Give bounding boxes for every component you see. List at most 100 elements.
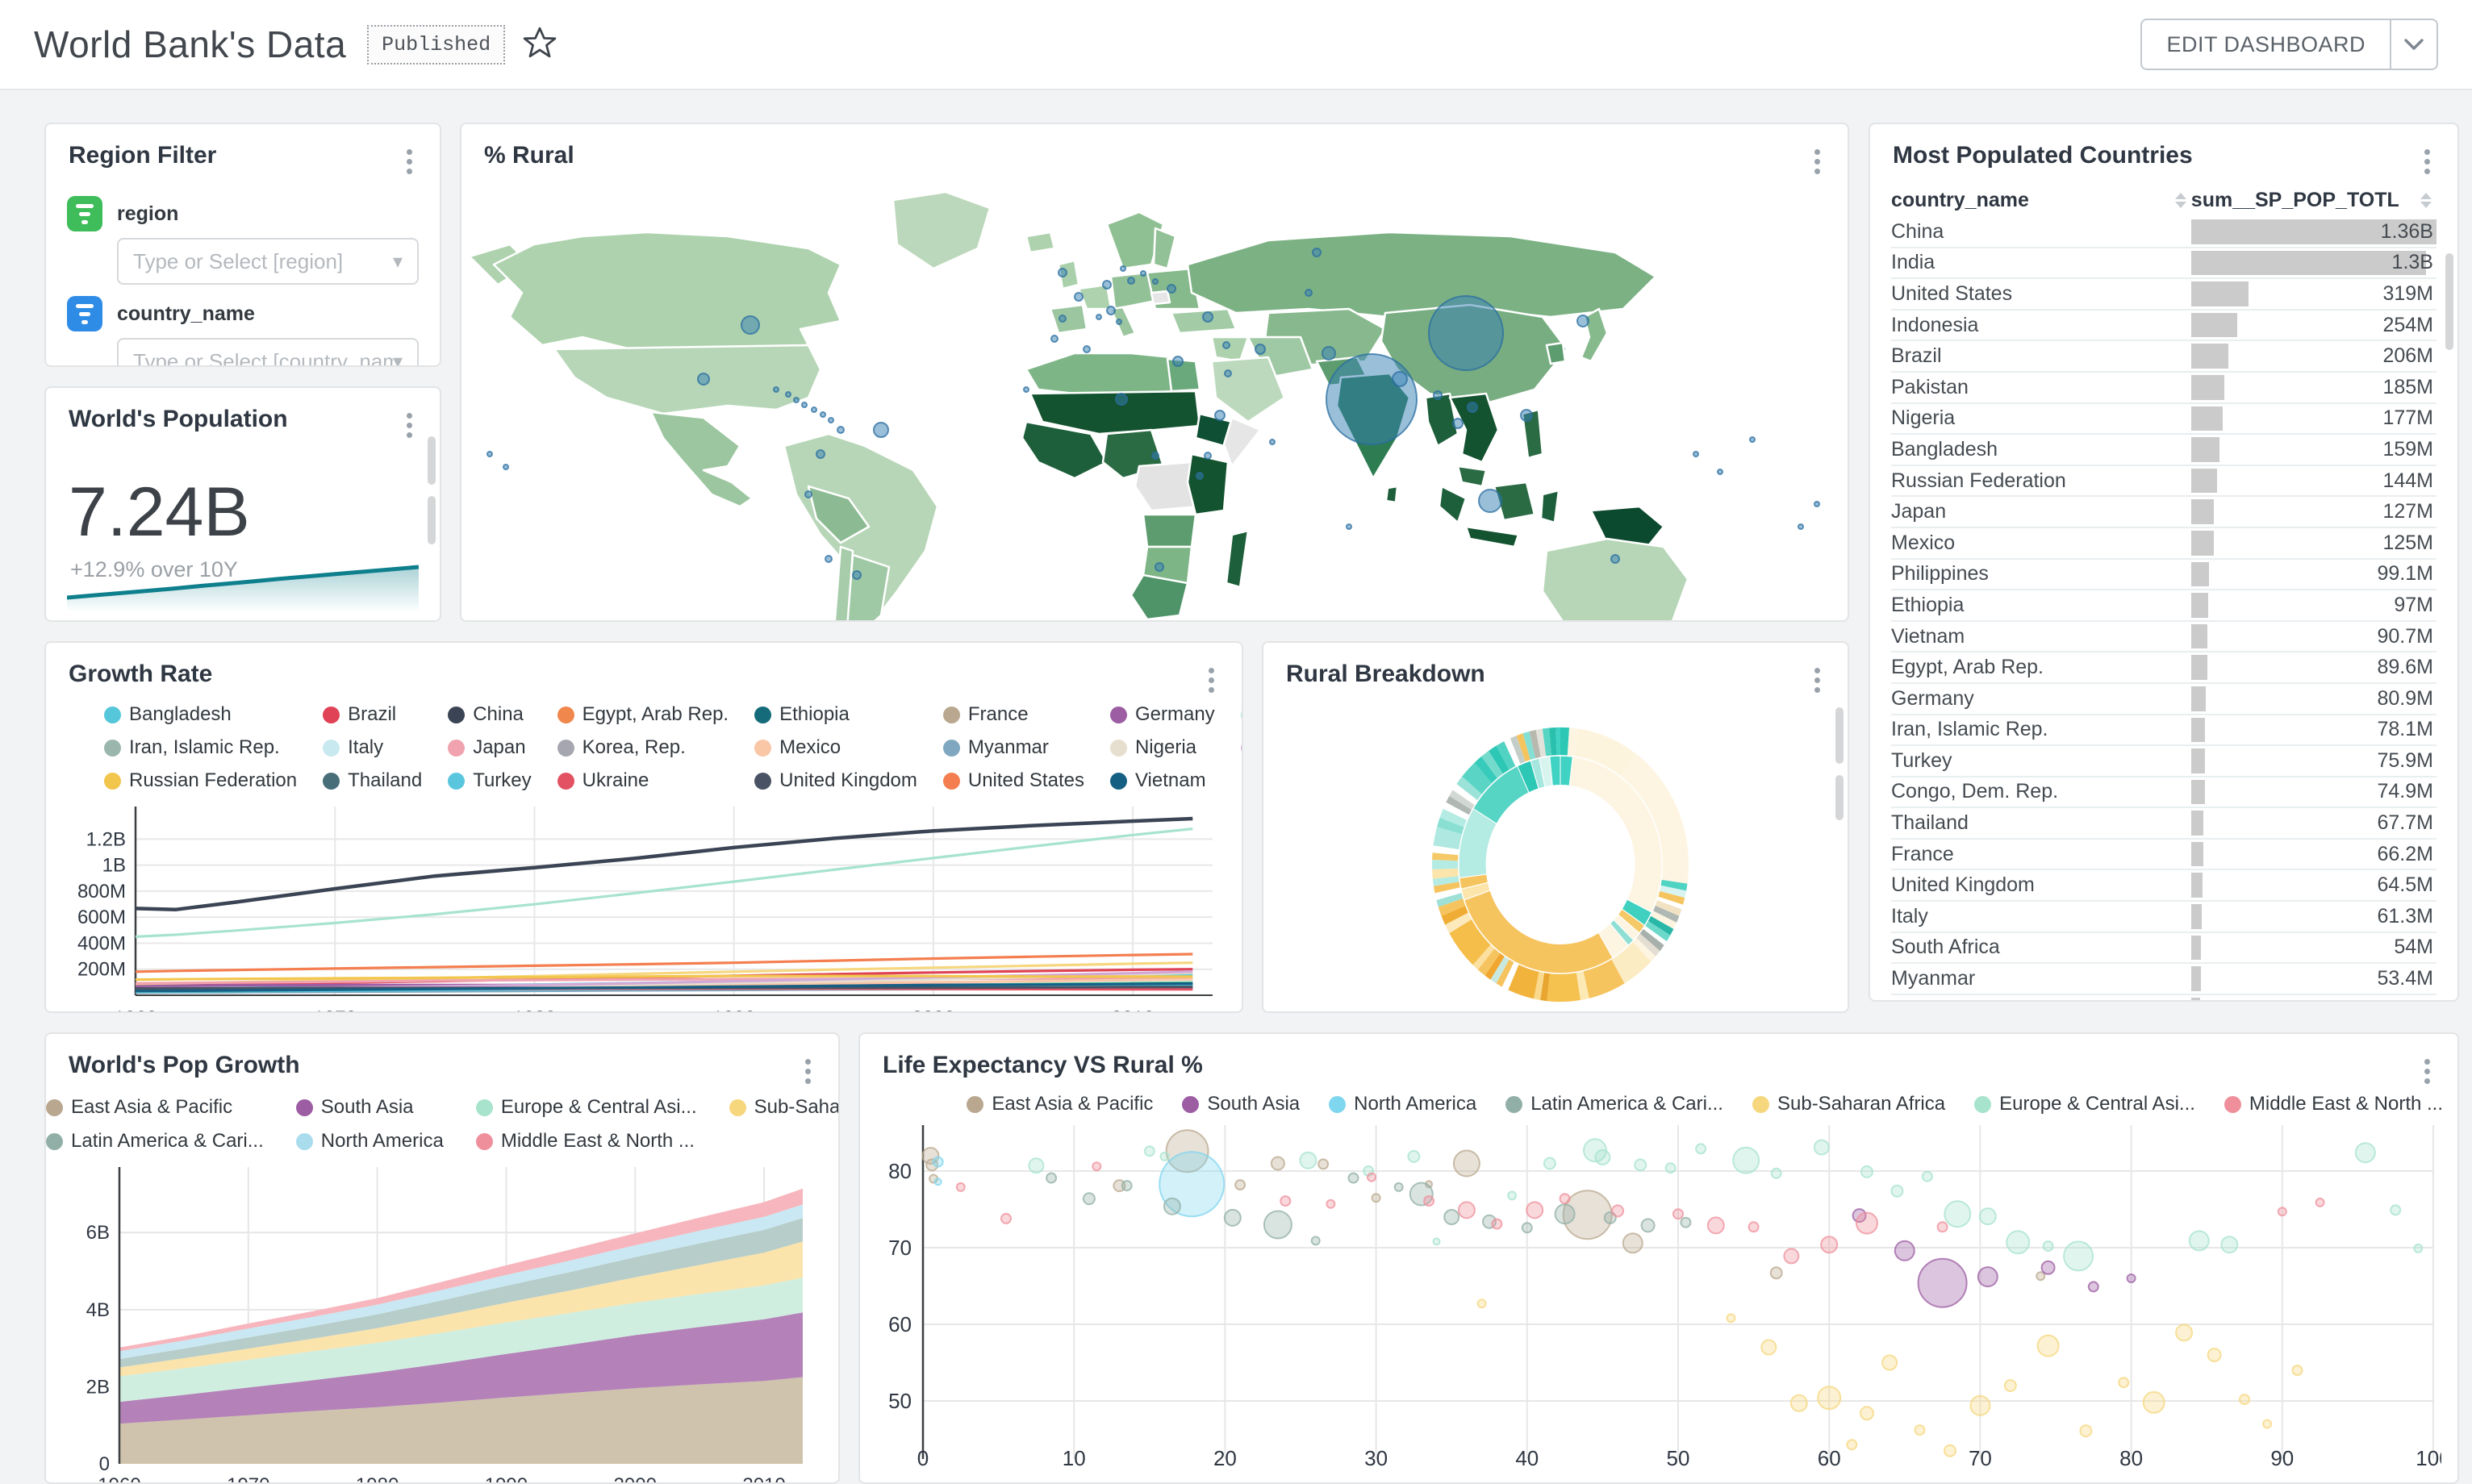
column-header-population[interactable]: sum__SP_POP_TOTL [2191, 189, 2437, 212]
legend-item[interactable]: Europe & Central Asi... [1974, 1093, 2195, 1115]
legend-label: Sub-Saharan Africa [754, 1096, 840, 1119]
more-options-icon[interactable] [400, 406, 419, 445]
legend-item[interactable]: East Asia & Pacific [967, 1093, 1153, 1115]
population-bubble [805, 491, 812, 498]
population-bubble [1167, 285, 1175, 293]
population-bubble [1024, 387, 1029, 392]
life-expectancy-title: Life Expectancy VS Rural % [883, 1052, 1203, 1079]
table-row: China1.36B [1891, 217, 2437, 248]
legend-item[interactable]: North America [296, 1130, 444, 1153]
region-select[interactable]: Type or Select [region] ▾ [117, 238, 419, 285]
more-options-icon[interactable] [1808, 661, 1827, 700]
legend-swatch [104, 740, 121, 757]
legend-label: Myanmar [968, 736, 1049, 759]
legend-item[interactable]: East Asia & Pacific [46, 1096, 264, 1119]
more-options-icon[interactable] [799, 1052, 817, 1091]
legend-item[interactable]: Vietnam [1110, 769, 1215, 792]
legend-item[interactable]: Ukraine [557, 769, 729, 792]
more-options-icon[interactable] [2418, 142, 2437, 181]
scrollbar[interactable] [1835, 707, 1844, 764]
edit-dashboard-button[interactable]: EDIT DASHBOARD [2140, 19, 2391, 70]
legend-item[interactable]: Nigeria [1110, 736, 1215, 759]
favorite-star-icon[interactable] [523, 26, 557, 64]
svg-text:70: 70 [888, 1236, 912, 1260]
legend-item[interactable]: Middle East & North ... [2224, 1093, 2443, 1115]
legend-item[interactable]: Sub-Saharan Africa [1752, 1093, 1945, 1115]
legend-item[interactable]: Ethiopia [754, 703, 917, 726]
rural-breakdown-title: Rural Breakdown [1286, 661, 1485, 688]
svg-text:200M: 200M [77, 959, 126, 981]
svg-text:1B: 1B [102, 855, 126, 877]
legend-item[interactable]: United Kingdom [754, 769, 917, 792]
legend-swatch [1110, 773, 1127, 790]
legend-item[interactable]: Russian Federation [104, 769, 297, 792]
legend-item[interactable]: Japan [448, 736, 531, 759]
legend-swatch [46, 1099, 63, 1116]
population-bubble [1153, 279, 1158, 284]
legend-item[interactable]: China [448, 703, 531, 726]
region-filter-title: Region Filter [69, 142, 216, 169]
rural-breakdown-card: Rural Breakdown [1262, 641, 1849, 1013]
legend-label: Nigeria [1135, 736, 1196, 759]
population-bubble [802, 402, 807, 407]
column-header-country[interactable]: country_name [1891, 189, 2191, 212]
legend-swatch [967, 1096, 983, 1113]
legend-item[interactable]: Iran, Islamic Rep. [104, 736, 297, 759]
legend-item[interactable]: South Asia [1182, 1093, 1300, 1115]
svg-text:50: 50 [888, 1389, 912, 1413]
legend-item[interactable]: United States [943, 769, 1084, 792]
legend-swatch [1110, 707, 1127, 723]
scrollbar[interactable] [428, 496, 436, 544]
legend-item[interactable]: Egypt, Arab Rep. [557, 703, 729, 726]
legend-item[interactable]: Middle East & North ... [476, 1130, 697, 1153]
legend-item[interactable]: France [943, 703, 1084, 726]
population-bubble [503, 465, 508, 469]
more-options-icon[interactable] [400, 142, 419, 181]
legend-label: Bangladesh [129, 703, 232, 726]
more-options-icon[interactable] [2418, 1052, 2437, 1091]
population-bubble [1141, 271, 1146, 276]
legend-label: Latin America & Cari... [71, 1130, 264, 1153]
population-bubble [1305, 290, 1312, 296]
population-bubble [1205, 452, 1211, 459]
legend-item[interactable]: Sub-Saharan Africa [729, 1096, 840, 1119]
legend-item[interactable]: Mexico [754, 736, 917, 759]
legend-item[interactable]: India [1241, 703, 1243, 726]
scrollbar[interactable] [428, 436, 436, 485]
edit-menu-chevron-icon[interactable] [2391, 19, 2438, 70]
legend-label: East Asia & Pacific [992, 1093, 1153, 1115]
legend-item[interactable]: Thailand [323, 769, 422, 792]
legend-item[interactable]: Bangladesh [104, 703, 297, 726]
legend-label: Sub-Saharan Africa [1777, 1093, 1945, 1115]
svg-text:20: 20 [1213, 1446, 1237, 1467]
legend-item[interactable]: South Asia [296, 1096, 444, 1119]
table-row: South Africa54M [1891, 933, 2437, 965]
scrollbar[interactable] [1835, 775, 1844, 820]
more-options-icon[interactable] [1808, 142, 1827, 181]
legend-item[interactable]: Brazil [323, 703, 422, 726]
table-header: country_name sum__SP_POP_TOTL [1870, 183, 2457, 217]
legend-item[interactable]: Italy [323, 736, 422, 759]
legend-item[interactable]: Europe & Central Asi... [476, 1096, 697, 1119]
population-bubble [487, 452, 492, 456]
legend-swatch [943, 707, 960, 723]
legend-item[interactable]: Korea, Rep. [557, 736, 729, 759]
legend-item[interactable]: Latin America & Cari... [46, 1130, 264, 1153]
legend-swatch [1974, 1096, 1991, 1113]
legend-label: Ukraine [583, 769, 649, 792]
legend-item[interactable]: Latin America & Cari... [1505, 1093, 1723, 1115]
legend-swatch [448, 740, 465, 757]
legend-item[interactable]: Germany [1110, 703, 1215, 726]
svg-text:40: 40 [1515, 1446, 1539, 1467]
country-name-select[interactable]: Type or Select [country_name] ▾ [117, 338, 419, 367]
legend-item[interactable]: North America [1329, 1093, 1476, 1115]
scrollbar[interactable] [2445, 253, 2453, 350]
legend-item[interactable]: Myanmar [943, 736, 1084, 759]
legend-item[interactable]: Pakistan [1241, 736, 1243, 759]
population-bubble [1103, 281, 1111, 289]
population-bubble [1347, 524, 1351, 529]
legend-swatch [557, 740, 574, 757]
table-row: Philippines99.1M [1891, 560, 2437, 591]
more-options-icon[interactable] [1202, 661, 1221, 700]
legend-item[interactable]: Turkey [448, 769, 531, 792]
